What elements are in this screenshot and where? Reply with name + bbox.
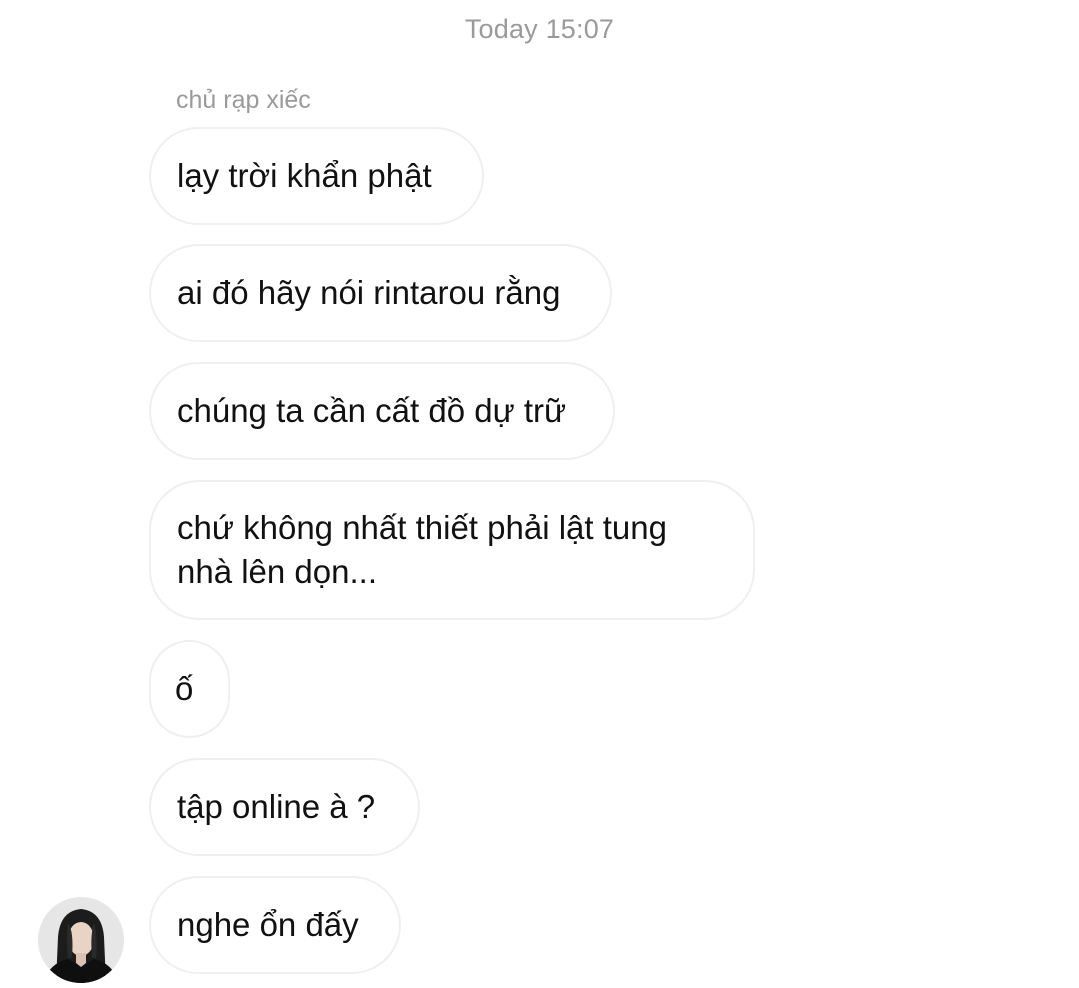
message-bubble[interactable]: chứ không nhất thiết phải lật tung nhà l… xyxy=(149,480,755,620)
message-text: tập online à ? xyxy=(177,788,376,825)
message-text: chứ không nhất thiết phải lật tung nhà l… xyxy=(177,509,667,590)
message-bubble[interactable]: ố xyxy=(149,640,230,738)
message-timestamp: Today 15:07 xyxy=(464,14,615,44)
message-bubble[interactable]: lạy trời khẩn phật xyxy=(149,127,484,225)
message-bubble[interactable]: nghe ổn đấy xyxy=(149,876,401,974)
message-text: chúng ta cần cất đồ dự trữ xyxy=(177,392,567,429)
avatar-photo-icon xyxy=(38,897,124,983)
message-text: nghe ổn đấy xyxy=(177,906,359,943)
message-text: ai đó hãy nói rintarou rằng xyxy=(177,274,561,311)
sender-name: chủ rạp xiếc xyxy=(176,86,311,114)
message-text: lạy trời khẩn phật xyxy=(177,157,432,194)
message-bubble[interactable]: chúng ta cần cất đồ dự trữ xyxy=(149,362,615,460)
message-bubble[interactable]: tập online à ? xyxy=(149,758,420,856)
message-text: ố xyxy=(175,670,194,707)
message-bubble[interactable]: ai đó hãy nói rintarou rằng xyxy=(149,244,612,342)
avatar[interactable] xyxy=(38,897,124,983)
